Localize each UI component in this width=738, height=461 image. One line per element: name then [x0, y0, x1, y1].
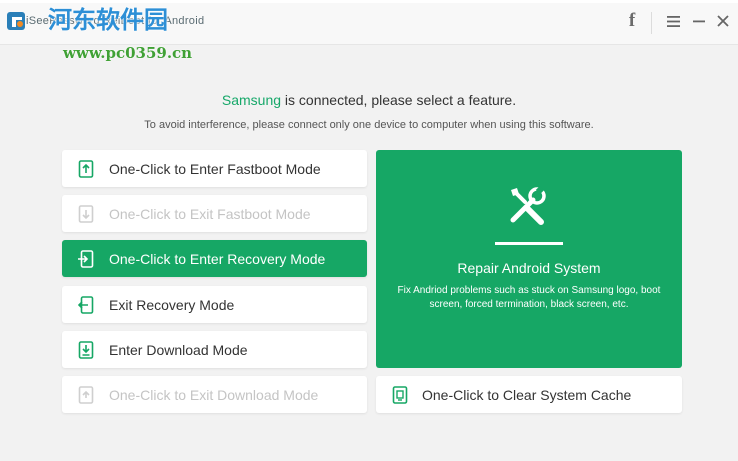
minimize-button[interactable] [688, 10, 710, 32]
menu-button[interactable] [662, 10, 684, 32]
enter-recovery-button[interactable]: One-Click to Enter Recovery Mode [62, 240, 367, 277]
repair-title: Repair Android System [457, 260, 601, 276]
watermark-url: www.pc0359.cn [63, 44, 193, 62]
feature-label: One-Click to Enter Recovery Mode [109, 250, 326, 267]
feature-label: Enter Download Mode [109, 341, 248, 358]
hamburger-icon [666, 15, 680, 27]
feature-label: One-Click to Enter Fastboot Mode [109, 160, 321, 177]
phone-upload-icon [78, 159, 94, 178]
repair-description: Fix Andriod problems such as stuck on Sa… [397, 285, 661, 310]
connection-subheading: To avoid interference, please connect on… [144, 119, 594, 131]
minimize-icon [693, 20, 705, 23]
tools-icon [510, 186, 546, 225]
feature-label: One-Click to Exit Download Mode [109, 386, 319, 403]
exit-download-button[interactable]: One-Click to Exit Download Mode [62, 376, 367, 413]
heading-text: is connected, please select a feature. [281, 92, 517, 108]
repair-android-system-card[interactable]: Repair Android System Fix Andriod proble… [376, 150, 682, 368]
close-button[interactable] [712, 10, 734, 32]
phone-exit-icon [78, 295, 94, 314]
clear-system-cache-button[interactable]: One-Click to Clear System Cache [376, 376, 682, 413]
top-edge [0, 0, 738, 3]
connection-heading: Samsung is connected, please select a fe… [0, 92, 738, 108]
title-bar: iSeePassword ReiBoot for Android 河东软件园 f [0, 0, 738, 45]
repair-divider [495, 242, 563, 245]
enter-fastboot-button[interactable]: One-Click to Enter Fastboot Mode [62, 150, 367, 187]
device-brand: Samsung [221, 92, 282, 108]
exit-recovery-button[interactable]: Exit Recovery Mode [62, 286, 367, 323]
exit-fastboot-button[interactable]: One-Click to Exit Fastboot Mode [62, 195, 367, 232]
feature-label: Exit Recovery Mode [109, 296, 235, 313]
enter-download-button[interactable]: Enter Download Mode [62, 331, 367, 368]
phone-download-icon [78, 204, 94, 223]
watermark-site-name: 河东软件园 [48, 5, 168, 34]
facebook-icon[interactable]: f [621, 10, 643, 32]
phone-clean-icon [392, 385, 408, 404]
phone-enter-icon [78, 249, 94, 268]
close-icon [717, 15, 729, 27]
phone-exit-icon [78, 385, 94, 404]
download-icon [78, 340, 94, 359]
feature-label: One-Click to Exit Fastboot Mode [109, 205, 311, 222]
titlebar-divider [651, 12, 652, 34]
cache-label: One-Click to Clear System Cache [422, 386, 632, 403]
